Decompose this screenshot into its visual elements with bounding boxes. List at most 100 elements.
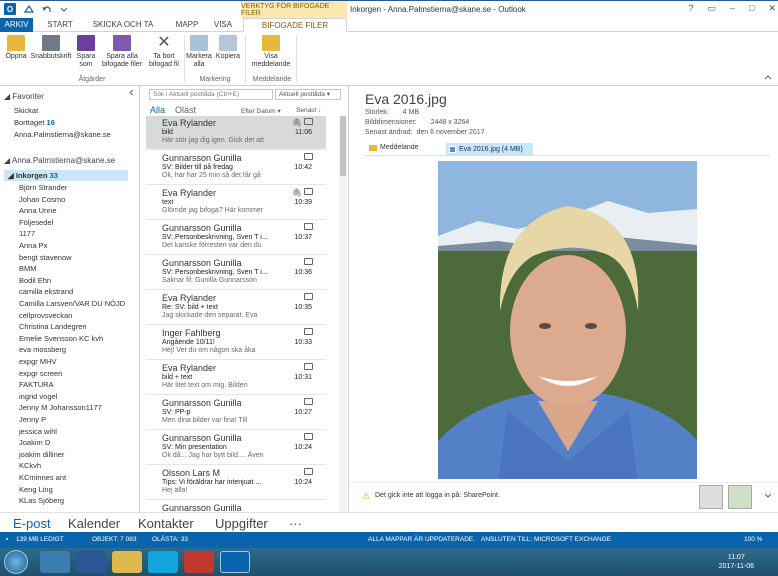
folder-item-inbox[interactable]: ◢ Inkorgen 33: [8, 171, 58, 180]
favorites-header[interactable]: ◢ Favoriter: [4, 92, 44, 101]
folder-item-subfolder[interactable]: Anna Unne: [19, 206, 57, 215]
tab-attachments[interactable]: BIFOGADE FILER: [243, 18, 347, 32]
tab-file[interactable]: ARKIV: [0, 18, 33, 32]
folder-item-subfolder[interactable]: Camilla Larsven/VAR DU NÖJD: [19, 299, 125, 308]
message-row[interactable]: Eva Rylander bild + text Här litet text om…: [146, 361, 326, 395]
message-row[interactable]: Olsson Lars M Tips: Vi föräldrar har inte…: [146, 466, 326, 500]
contact-photo-placeholder[interactable]: [699, 485, 723, 509]
folder-item-subfolder[interactable]: eva mossberg: [19, 345, 66, 354]
save-as-button[interactable]: Spara som: [74, 35, 98, 69]
tab-send-receive[interactable]: SKICKA OCH TA EMOT: [84, 18, 162, 43]
help-icon[interactable]: ?: [688, 3, 693, 14]
message-row[interactable]: Gunnarsson Gunilla SV: PP-p Men dina bilde…: [146, 396, 326, 430]
select-all-button[interactable]: Markera alla: [186, 35, 212, 69]
folder-item-subfolder[interactable]: Joakim D: [19, 438, 50, 447]
outlook-taskbar-icon[interactable]: [220, 551, 250, 573]
tab-home[interactable]: START: [44, 18, 76, 32]
taskbar-clock[interactable]: 11:07 2017-11-06: [719, 553, 754, 571]
folder-item-account-fav[interactable]: Anna.Palmstierna@skane.se: [14, 130, 111, 139]
folder-item-subfolder[interactable]: Emelie Svensson KC kvh: [19, 334, 103, 343]
message-row[interactable]: Gunnarsson Gunilla SV: Personbeskrivning,…: [146, 221, 326, 255]
folder-item-subfolder[interactable]: Johan Cosmo: [19, 195, 65, 204]
nav-tasks[interactable]: Uppgifter: [215, 516, 268, 531]
undo-icon[interactable]: [42, 4, 52, 14]
folder-item-subfolder[interactable]: Bodil Ehn: [19, 276, 51, 285]
send-receive-icon[interactable]: [24, 4, 34, 14]
message-row[interactable]: Gunnarsson Gunilla SV: Min presentation Ok…: [146, 431, 326, 465]
maximize-icon[interactable]: □: [749, 3, 754, 14]
show-message-button[interactable]: Visa meddelande: [249, 35, 293, 69]
message-row[interactable]: Gunnarsson Gunilla: [146, 501, 326, 512]
folder-item-subfolder[interactable]: Christina Landegren: [19, 322, 87, 331]
message-row[interactable]: Gunnarsson Gunilla SV: Personbeskrivning,…: [146, 256, 326, 290]
folder-item-subfolder[interactable]: jessica wihl: [19, 427, 57, 436]
save-all-attachments-button[interactable]: Spara alla bifogade filer: [99, 35, 145, 69]
filter-unread-tab[interactable]: Oläst: [175, 105, 196, 115]
collapse-pane-icon[interactable]: [128, 89, 135, 96]
folder-item-subfolder[interactable]: Följesedel: [19, 218, 53, 227]
folder-item-subfolder[interactable]: Anna Px: [19, 241, 47, 250]
nav-mail[interactable]: E-post: [13, 516, 51, 531]
attachment-file-tab[interactable]: Eva 2016.jpg (4 MB): [446, 143, 533, 155]
message-subject: Angående 10/11!: [162, 339, 215, 346]
tab-folder[interactable]: MAPP: [172, 18, 202, 32]
tab-view[interactable]: VISA: [210, 18, 236, 32]
message-row[interactable]: Eva Rylander text Glömde jag bifoga? Här k…: [146, 186, 326, 220]
attachment-photo-preview: [438, 161, 697, 479]
folder-item-subfolder[interactable]: ingrid vogel: [19, 392, 57, 401]
folder-item-subfolder[interactable]: camilla ekstrand: [19, 287, 73, 296]
nav-contacts[interactable]: Kontakter: [138, 516, 194, 531]
folder-item-subfolder[interactable]: Björn Strander: [19, 183, 67, 192]
folder-item-subfolder[interactable]: KCkvh: [19, 461, 41, 470]
folder-item-subfolder[interactable]: expgr screen: [19, 369, 62, 378]
sort-order-toggle[interactable]: Senast ↓: [296, 107, 321, 114]
folder-item-subfolder[interactable]: Keng Ling: [19, 485, 53, 494]
expand-people-pane-icon[interactable]: [764, 493, 772, 499]
folder-item-subfolder[interactable]: bengt stavenow: [19, 253, 72, 262]
folder-item-subfolder[interactable]: expgr MHV: [19, 357, 57, 366]
account-header[interactable]: ◢ Anna.Palmstierna@skane.se: [4, 156, 115, 165]
ribbon-display-icon[interactable]: ▭: [707, 3, 716, 14]
copy-button[interactable]: Kopiera: [214, 35, 242, 61]
filter-all-tab[interactable]: Alla: [150, 105, 165, 115]
folder-item-subfolder[interactable]: FAKTURA: [19, 380, 54, 389]
folder-item-subfolder[interactable]: 1177: [19, 229, 35, 238]
scrollbar-thumb[interactable]: [340, 116, 346, 176]
ie-taskbar-icon[interactable]: [40, 551, 70, 573]
sort-by-dropdown[interactable]: Efter Datum ▾: [241, 107, 281, 115]
close-icon[interactable]: ✕: [768, 3, 776, 14]
nav-more[interactable]: ···: [289, 516, 302, 531]
message-list-scrollbar[interactable]: [339, 116, 347, 512]
folder-item-sent[interactable]: Skickat: [14, 106, 38, 115]
skype-taskbar-icon[interactable]: [148, 551, 178, 573]
folder-item-subfolder[interactable]: KLas Sjöberg: [19, 496, 64, 505]
customize-qat-icon[interactable]: [60, 5, 68, 13]
message-row[interactable]: Eva Rylander Re: SV: bild + text Jag skick…: [146, 291, 326, 325]
message-time: 10:24: [294, 479, 312, 486]
message-tab[interactable]: Meddelande: [369, 144, 419, 151]
media-taskbar-icon[interactable]: [184, 551, 214, 573]
sharepoint-notice: Det gick inte att logga in på: SharePoin…: [375, 492, 500, 499]
search-input[interactable]: Sök i Aktuell postlåda (Ctrl+E): [149, 89, 273, 100]
folder-item-deleted[interactable]: Borttaget 16: [14, 118, 55, 127]
folder-item-subfolder[interactable]: BMM: [19, 264, 37, 273]
remove-attachment-button[interactable]: ✕ Ta bort bifogad fil: [146, 35, 182, 69]
message-row[interactable]: Gunnarsson Gunilla SV: Bilder till på fre…: [146, 151, 326, 185]
message-row[interactable]: Eva Rylander bild Här stör jag dig igen. G…: [146, 116, 326, 150]
collapse-ribbon-icon[interactable]: [764, 74, 772, 80]
word-taskbar-icon[interactable]: [76, 551, 106, 573]
open-button[interactable]: Öppna: [3, 35, 29, 61]
contact-photo-placeholder[interactable]: [728, 485, 752, 509]
folder-item-subfolder[interactable]: KCminnes ant: [19, 473, 66, 482]
message-row[interactable]: Inger Fahlberg Angående 10/11! Hej! Vet du…: [146, 326, 326, 360]
explorer-taskbar-icon[interactable]: [112, 551, 142, 573]
quick-print-button[interactable]: Snabbutskrift: [28, 35, 74, 61]
minimize-icon[interactable]: –: [730, 3, 735, 14]
folder-item-subfolder[interactable]: joakim dilliner: [19, 450, 64, 459]
search-scope-dropdown[interactable]: Aktuell postlåda ▾: [275, 89, 341, 100]
folder-item-subfolder[interactable]: Jenny P: [19, 415, 46, 424]
folder-item-subfolder[interactable]: Jenny M Johansson1177: [19, 403, 102, 412]
folder-item-subfolder[interactable]: cellprovsveckan: [19, 311, 72, 320]
start-button-icon[interactable]: [4, 550, 28, 574]
nav-calendar[interactable]: Kalender: [68, 516, 120, 531]
